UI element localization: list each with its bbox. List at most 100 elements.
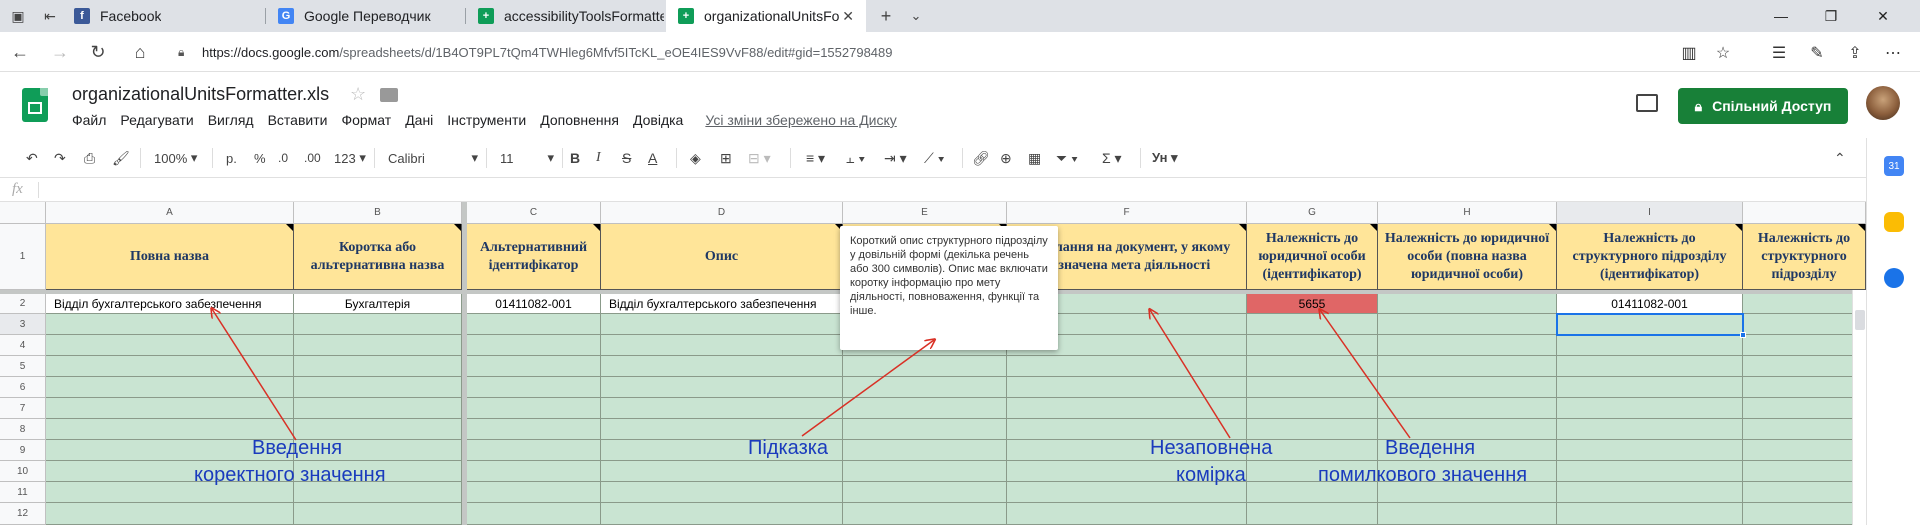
filter-icon[interactable]: ⏷ ▾: [1056, 148, 1078, 168]
cell-f12[interactable]: [1007, 503, 1247, 525]
url-field[interactable]: 🔒︎ https://docs.google.com/spreadsheets/…: [178, 38, 1738, 66]
cell-g5[interactable]: [1247, 356, 1378, 377]
column-header-f[interactable]: F: [1007, 202, 1247, 224]
cell-c6[interactable]: [467, 377, 601, 398]
refresh-icon[interactable]: ↻: [86, 40, 110, 64]
formula-bar[interactable]: fx: [0, 178, 1866, 202]
cell-b2[interactable]: Бухгалтерія: [294, 294, 462, 314]
cell-j9[interactable]: [1743, 440, 1866, 461]
cell-h6[interactable]: [1378, 377, 1557, 398]
calendar-icon[interactable]: 31: [1884, 156, 1904, 176]
column-header-b[interactable]: B: [294, 202, 462, 224]
cell-b3[interactable]: [294, 314, 462, 335]
selected-cell-i3[interactable]: [1556, 313, 1744, 336]
cell-g6[interactable]: [1247, 377, 1378, 398]
header-cell-legal-entity-name[interactable]: Належність до юридичної особи (повна наз…: [1378, 224, 1557, 290]
share-icon[interactable]: ⇪: [1844, 42, 1866, 64]
pen-notes-icon[interactable]: ✎: [1806, 42, 1828, 64]
fill-color-icon[interactable]: ◈: [690, 148, 701, 168]
collapse-menu-icon[interactable]: ⌃: [1834, 148, 1846, 168]
insert-chart-icon[interactable]: ▦: [1028, 148, 1041, 168]
favorites-hub-icon[interactable]: ☰: [1768, 42, 1790, 64]
cell-i7[interactable]: [1557, 398, 1743, 419]
format-currency-button[interactable]: р.: [226, 148, 237, 168]
cell-j3[interactable]: [1743, 314, 1866, 335]
share-button[interactable]: 🔒︎ Спільний Доступ: [1678, 88, 1848, 124]
cell-c2[interactable]: 01411082-001: [467, 294, 601, 314]
font-size-select[interactable]: 11 ▾: [500, 148, 554, 168]
cell-c5[interactable]: [467, 356, 601, 377]
text-wrap-icon[interactable]: ⇥ ▾: [884, 148, 907, 168]
cell-d11[interactable]: [601, 482, 843, 503]
column-header-a[interactable]: A: [46, 202, 294, 224]
cell-d2[interactable]: Відділ бухгалтерського забезпечення: [601, 294, 843, 314]
row-header-7[interactable]: 7: [0, 398, 46, 419]
cell-e11[interactable]: [843, 482, 1007, 503]
tab-google-translate[interactable]: G Google Переводчик: [266, 0, 466, 32]
cell-g4[interactable]: [1247, 335, 1378, 356]
paint-format-icon[interactable]: 🖌︎: [112, 148, 130, 168]
header-cell-short-name[interactable]: Коротка або альтернативна назва: [294, 224, 462, 290]
row-header-9[interactable]: 9: [0, 440, 46, 461]
reading-view-icon[interactable]: ▥: [1678, 42, 1700, 64]
vertical-align-icon[interactable]: ⫠ ▾: [846, 148, 865, 168]
cell-i8[interactable]: [1557, 419, 1743, 440]
cell-d7[interactable]: [601, 398, 843, 419]
row-header-11[interactable]: 11: [0, 482, 46, 503]
strikethrough-button[interactable]: S: [622, 148, 631, 168]
cell-i10[interactable]: [1557, 461, 1743, 482]
cell-j6[interactable]: [1743, 377, 1866, 398]
keep-icon[interactable]: [1884, 212, 1904, 232]
print-icon[interactable]: ⎙: [84, 148, 95, 168]
doc-title[interactable]: organizationalUnitsFormatter.xls: [72, 84, 329, 105]
cell-a4[interactable]: [46, 335, 294, 356]
fill-handle[interactable]: [1740, 332, 1746, 338]
save-status[interactable]: Усі зміни збережено на Диску: [705, 112, 896, 128]
cell-g2-error[interactable]: 5655: [1247, 294, 1378, 314]
font-select[interactable]: Calibri ▾: [388, 148, 478, 168]
italic-button[interactable]: I: [596, 148, 601, 168]
horizontal-align-icon[interactable]: ≡ ▾: [806, 148, 825, 168]
column-header-h[interactable]: H: [1378, 202, 1557, 224]
text-color-button[interactable]: A: [648, 148, 657, 168]
cell-i5[interactable]: [1557, 356, 1743, 377]
menu-addons[interactable]: Доповнення: [540, 112, 619, 128]
cell-b7[interactable]: [294, 398, 462, 419]
cell-c8[interactable]: [467, 419, 601, 440]
cell-j4[interactable]: [1743, 335, 1866, 356]
cell-h3[interactable]: [1378, 314, 1557, 335]
cell-j2[interactable]: [1743, 294, 1866, 314]
column-header-e[interactable]: E: [843, 202, 1007, 224]
row-header-1[interactable]: 1: [0, 224, 46, 290]
cell-g7[interactable]: [1247, 398, 1378, 419]
cell-c3[interactable]: [467, 314, 601, 335]
cell-b12[interactable]: [294, 503, 462, 525]
undo-icon[interactable]: ↶: [26, 148, 38, 168]
cell-f5[interactable]: [1007, 356, 1247, 377]
tasks-icon[interactable]: [1884, 268, 1904, 288]
cell-f7[interactable]: [1007, 398, 1247, 419]
cell-g12[interactable]: [1247, 503, 1378, 525]
cell-i6[interactable]: [1557, 377, 1743, 398]
cell-a5[interactable]: [46, 356, 294, 377]
menu-data[interactable]: Дані: [405, 112, 433, 128]
cell-e10[interactable]: [843, 461, 1007, 482]
cell-d5[interactable]: [601, 356, 843, 377]
forward-icon[interactable]: →: [48, 40, 72, 64]
cell-e8[interactable]: [843, 419, 1007, 440]
cell-f6[interactable]: [1007, 377, 1247, 398]
menu-edit[interactable]: Редагувати: [120, 112, 193, 128]
cell-a6[interactable]: [46, 377, 294, 398]
cell-j10[interactable]: [1743, 461, 1866, 482]
row-header-3[interactable]: 3: [0, 314, 46, 335]
row-header-2[interactable]: 2: [0, 294, 46, 314]
header-cell-full-name[interactable]: Повна назва: [46, 224, 294, 290]
cell-d3[interactable]: [601, 314, 843, 335]
row-header-4[interactable]: 4: [0, 335, 46, 356]
cell-e6[interactable]: [843, 377, 1007, 398]
cell-e5[interactable]: [843, 356, 1007, 377]
cell-e7[interactable]: [843, 398, 1007, 419]
tab-accessibility-tools[interactable]: + accessibilityToolsFormatter.x: [466, 0, 666, 32]
column-header-j[interactable]: [1743, 202, 1866, 224]
vertical-scrollbar[interactable]: [1852, 290, 1866, 525]
